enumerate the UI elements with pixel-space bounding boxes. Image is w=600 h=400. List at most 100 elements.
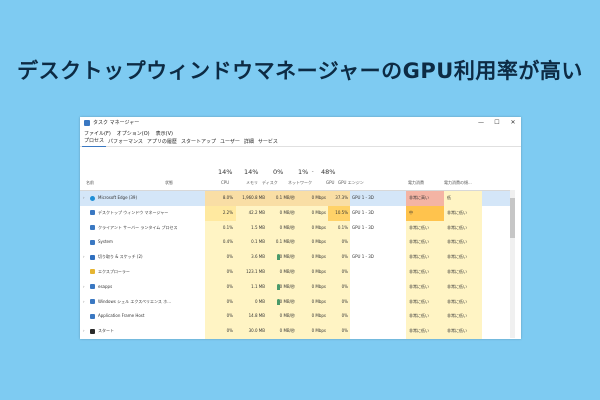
tab-services[interactable]: サービス bbox=[256, 138, 280, 147]
expand-chevron-icon[interactable]: › bbox=[83, 324, 85, 339]
cpu-value: 0.4% bbox=[222, 239, 233, 245]
process-icon bbox=[90, 225, 95, 231]
gpu-value: 0% bbox=[341, 239, 348, 245]
table-row[interactable]: › Windows シェル エクスペリエンス ホ... 0% 0 MB 0 MB/秒 0 … bbox=[80, 294, 510, 310]
column-status[interactable]: 状態 bbox=[165, 180, 173, 186]
menu-options[interactable]: オプション(O) bbox=[117, 130, 150, 137]
gpu-engine-value: GPU 1 - 3D bbox=[352, 195, 374, 200]
disk-value: 0 MB/秒 bbox=[279, 268, 295, 274]
title-bar: タスク マネージャー — ☐ ✕ bbox=[80, 117, 521, 128]
expand-chevron-icon[interactable]: › bbox=[83, 280, 85, 295]
column-power[interactable]: 電力消費 bbox=[408, 180, 424, 186]
table-row[interactable]: デスクトップ ウィンドウ マネージャー 2.2% 42.2 MB 0 MB/秒 0 Mb… bbox=[80, 205, 510, 221]
column-memory[interactable]: メモリ bbox=[246, 180, 258, 186]
cpu-value: 0% bbox=[226, 298, 233, 304]
menu-bar: ファイル(F) オプション(O) 表示(V) bbox=[80, 129, 179, 137]
power-value: 非常に低い bbox=[409, 328, 429, 334]
expand-chevron-icon[interactable]: › bbox=[83, 250, 85, 265]
expand-chevron-icon[interactable]: › bbox=[83, 295, 85, 310]
gpu-engine-value bbox=[352, 324, 402, 339]
table-row[interactable]: System 0.4% 0.1 MB 0.1 MB/秒 0 Mbps 0% 非常に低い 非常に… bbox=[80, 235, 510, 251]
network-value: 0 Mbps bbox=[311, 298, 326, 304]
power-trend-value: 非常に低い bbox=[447, 298, 467, 304]
column-cpu[interactable]: CPU bbox=[221, 180, 229, 185]
process-name: クライアント サーバー ランタイム プロセス bbox=[98, 224, 178, 230]
cpu-value: 0.1% bbox=[222, 224, 233, 230]
vertical-scrollbar[interactable] bbox=[510, 190, 515, 338]
tab-performance[interactable]: パフォーマンス bbox=[106, 138, 145, 147]
gpu-value: 0% bbox=[341, 254, 348, 260]
process-icon bbox=[90, 269, 95, 275]
page-headline: デスクトップウィンドウマネージャーのGPU利用率が高い bbox=[17, 59, 583, 83]
network-value: 0 Mbps bbox=[311, 283, 326, 289]
network-value: 0 Mbps bbox=[311, 209, 326, 215]
sort-indicator-icon: ⌄ bbox=[311, 168, 315, 173]
power-value: 非常に高い bbox=[409, 195, 429, 200]
gpu-value: 0% bbox=[341, 268, 348, 274]
column-gpu[interactable]: GPU bbox=[326, 180, 334, 185]
power-value: 中 bbox=[409, 209, 413, 215]
power-trend-value: 非常に低い bbox=[447, 224, 467, 230]
window-controls: — ☐ ✕ bbox=[473, 117, 521, 128]
power-trend-value: 非常に低い bbox=[447, 254, 467, 260]
gpu-engine-value bbox=[352, 265, 402, 280]
minimize-button[interactable]: — bbox=[473, 117, 489, 128]
tab-details[interactable]: 詳細 bbox=[242, 138, 256, 147]
column-gpu-engine[interactable]: GPU エンジン bbox=[338, 180, 364, 186]
tab-processes[interactable]: プロセス bbox=[82, 137, 107, 147]
memory-value: 1,960.8 MB bbox=[242, 195, 265, 200]
process-name: System bbox=[98, 239, 113, 245]
menu-file[interactable]: ファイル(F) bbox=[84, 130, 111, 137]
gpu-value: 0% bbox=[341, 283, 348, 289]
power-trend-value: 非常に低い bbox=[447, 328, 467, 334]
disk-value: 0 MB/秒 bbox=[279, 254, 295, 260]
power-value: 非常に低い bbox=[409, 224, 429, 230]
gpu-value: 37.3% bbox=[335, 195, 348, 200]
column-power-trend[interactable]: 電力消費の傾... bbox=[444, 180, 472, 186]
process-name: 切り取り & スケッチ (2) bbox=[98, 254, 143, 260]
gpu-engine-value: GPU 1 - 3D bbox=[352, 224, 374, 230]
menu-view[interactable]: 表示(V) bbox=[156, 130, 173, 137]
tab-startup[interactable]: スタートアップ bbox=[179, 138, 218, 147]
gpu-engine-value: GPU 1 - 3D bbox=[352, 209, 374, 215]
power-trend-value: 低 bbox=[447, 195, 451, 200]
cpu-value: 0% bbox=[226, 328, 233, 334]
expand-chevron-icon[interactable]: › bbox=[83, 191, 85, 206]
network-value: 0 Mbps bbox=[311, 268, 326, 274]
task-manager-window: タスク マネージャー — ☐ ✕ ファイル(F) オプション(O) 表示(V) … bbox=[80, 117, 521, 339]
gpu-total: 48% bbox=[321, 168, 336, 176]
table-row[interactable]: › esapps 0% 1.1 MB 0 MB/秒 0 Mbps 0% 非常に低い 非常に低い bbox=[80, 279, 510, 295]
tab-users[interactable]: ユーザー bbox=[218, 138, 242, 147]
maximize-button[interactable]: ☐ bbox=[489, 117, 505, 128]
tab-app-history[interactable]: アプリの履歴 bbox=[145, 138, 179, 147]
memory-value: 0.1 MB bbox=[251, 239, 265, 245]
table-row[interactable]: › スタート 0% 30.0 MB 0 MB/秒 0 Mbps 0% 非常に低い 非常に低い bbox=[80, 324, 510, 339]
memory-value: 1.5 MB bbox=[251, 224, 265, 230]
power-trend-value: 非常に低い bbox=[447, 209, 467, 215]
power-trend-value: 非常に低い bbox=[447, 313, 467, 319]
network-value: 0 Mbps bbox=[311, 254, 326, 260]
disk-value: 0 MB/秒 bbox=[279, 224, 295, 230]
gpu-value: 0.1% bbox=[337, 224, 348, 230]
table-row[interactable]: › 切り取り & スケッチ (2) 0% 3.6 MB 0 MB/秒 0 Mbps 0% GP… bbox=[80, 250, 510, 265]
cpu-value: 0% bbox=[226, 254, 233, 260]
column-network[interactable]: ネットワーク bbox=[288, 180, 312, 186]
process-name: Microsoft Edge (39) bbox=[98, 195, 138, 200]
table-row[interactable]: Application Frame Host 0% 14.8 MB 0 MB/秒 0 M… bbox=[80, 309, 510, 325]
process-name: esapps bbox=[98, 283, 113, 289]
disk-value: 0 MB/秒 bbox=[279, 283, 295, 289]
column-disk[interactable]: ディスク bbox=[262, 180, 278, 186]
cpu-value: 0% bbox=[226, 313, 233, 319]
table-row[interactable]: エクスプローラー 0% 123.1 MB 0 MB/秒 0 Mbps 0% 非常に低い 非常に… bbox=[80, 264, 510, 280]
table-row[interactable]: クライアント サーバー ランタイム プロセス 0.1% 1.5 MB 0 MB/秒 0 … bbox=[80, 220, 510, 236]
gpu-value: 0% bbox=[341, 298, 348, 304]
column-header: 名前 状態 14% CPU 14% メモリ 0% ディスク 1% ネットワーク … bbox=[80, 166, 516, 190]
network-value: 0 Mbps bbox=[311, 313, 326, 319]
column-name[interactable]: 名前 bbox=[86, 180, 94, 186]
process-name: Windows シェル エクスペリエンス ホ... bbox=[98, 298, 172, 304]
close-button[interactable]: ✕ bbox=[505, 117, 521, 128]
gpu-engine-value bbox=[352, 235, 402, 250]
scrollbar-thumb[interactable] bbox=[510, 198, 515, 238]
gpu-value: 0% bbox=[341, 313, 348, 319]
table-row[interactable]: › Microsoft Edge (39) 8.0% 1,960.8 MB 0.1 MB… bbox=[80, 191, 510, 206]
